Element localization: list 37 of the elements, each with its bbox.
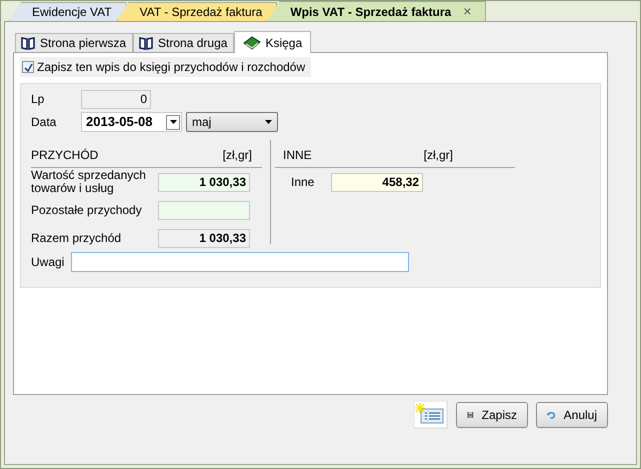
- save-button[interactable]: Zapisz: [456, 402, 528, 428]
- field-label: Inne: [291, 174, 316, 191]
- date-label: Data: [31, 114, 58, 131]
- total-field: 1 030,33: [158, 228, 250, 248]
- month-dropdown[interactable]: maj: [186, 112, 278, 132]
- lp-field: 0: [81, 90, 151, 108]
- book-icon: [20, 36, 36, 50]
- field-label: Pozostałe przychody: [31, 204, 143, 216]
- document-tab[interactable]: VAT - Sprzedaż faktura: [116, 2, 278, 21]
- notes-label: Uwagi: [31, 254, 66, 271]
- amount-field[interactable]: 1 030,33: [158, 172, 250, 192]
- date-picker[interactable]: 2013-05-08: [81, 112, 182, 132]
- dropdown-icon: [265, 120, 272, 124]
- page-tab[interactable]: Strona pierwsza: [15, 33, 134, 52]
- field-label: Razem przychód: [31, 232, 122, 244]
- document-tab[interactable]: Wpis VAT - Sprzedaż faktura ×: [267, 1, 486, 21]
- section-heading: INNE: [283, 147, 312, 164]
- cancel-button[interactable]: Anuluj: [536, 402, 608, 428]
- page-tab[interactable]: Księga: [234, 31, 312, 53]
- checkbox[interactable]: [22, 61, 34, 73]
- book-icon: [243, 36, 262, 50]
- notes-field[interactable]: [71, 252, 409, 272]
- close-button[interactable]: ×: [463, 1, 472, 22]
- list-add-icon[interactable]: [414, 401, 448, 429]
- dropdown-icon: [166, 114, 180, 130]
- amount-field[interactable]: [158, 200, 250, 220]
- field-label: Wartość sprzedanych towarów i usług: [31, 169, 147, 195]
- unit-label: [zł,gr]: [222, 147, 252, 164]
- page-tab[interactable]: Strona druga: [133, 33, 234, 52]
- unit-label: [zł,gr]: [424, 147, 453, 164]
- section-heading: PRZYCHÓD: [31, 147, 98, 164]
- amount-field[interactable]: 458,32: [331, 172, 423, 192]
- checkbox-label: Zapisz ten wpis do księgi przychodów i rozchodów: [37, 59, 306, 76]
- lp-label: Lp: [31, 91, 46, 108]
- ledger-checkbox[interactable]: Zapisz ten wpis do księgi przychodów i rozchodów: [20, 57, 312, 77]
- book-icon: [138, 36, 154, 50]
- document-tab[interactable]: Ewidencje VAT: [9, 2, 127, 21]
